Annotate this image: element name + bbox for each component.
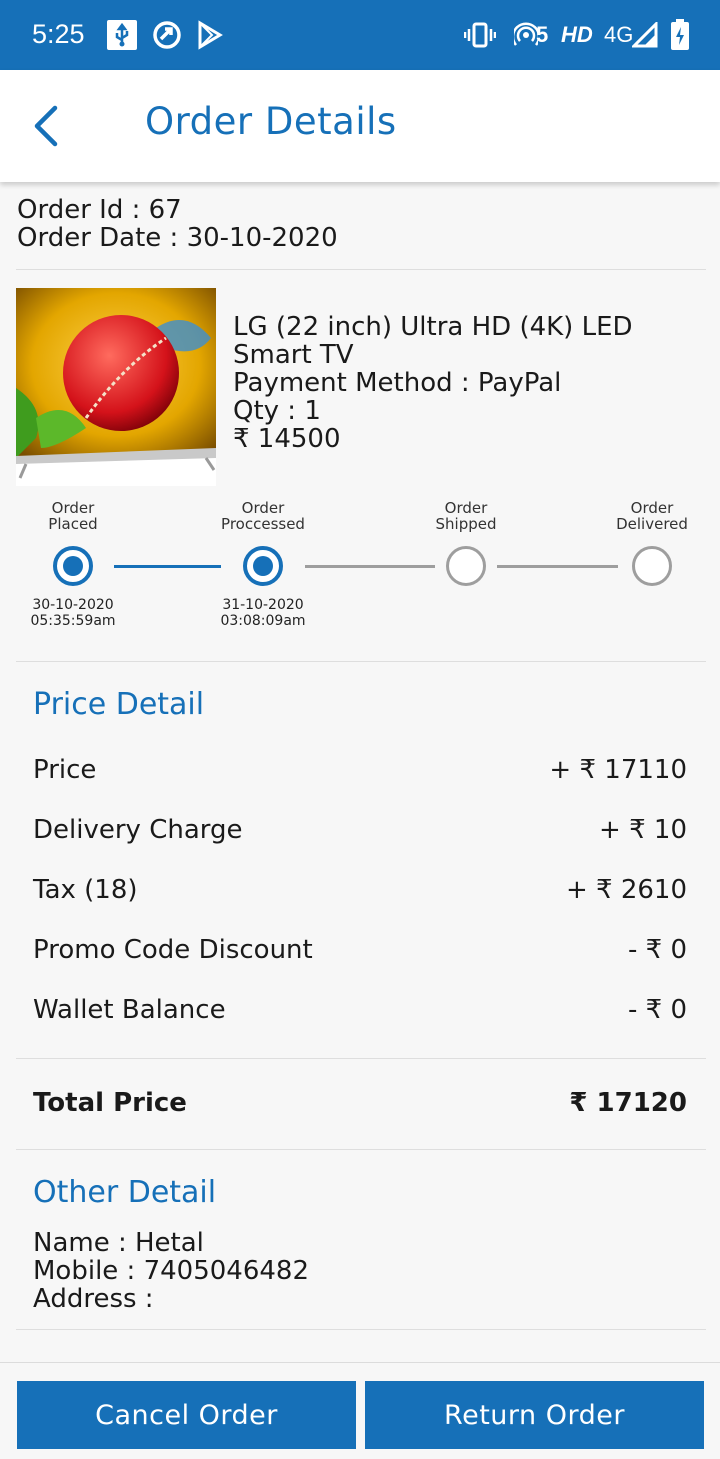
payment-method: Payment Method : PayPal xyxy=(233,368,562,398)
step-label-placed: Order Placed xyxy=(48,499,98,533)
customer-address: Address : xyxy=(33,1284,154,1314)
hotspot-icon xyxy=(514,18,538,52)
price-row-value: + ₹ 2610 xyxy=(565,875,687,905)
price-row-label: Price xyxy=(33,755,97,785)
divider xyxy=(16,269,706,270)
tax-row: Tax (18) + ₹ 2610 xyxy=(33,873,687,907)
step-connector xyxy=(305,565,435,568)
order-meta: Order Id : 67 Order Date : 30-10-2020 xyxy=(17,196,338,252)
return-order-button[interactable]: Return Order xyxy=(365,1381,704,1449)
step-label-processed: Order Proccessed xyxy=(221,499,305,533)
total-price-value: ₹ 17120 xyxy=(569,1088,687,1118)
app-bar: Order Details xyxy=(0,70,720,182)
customer-mobile: Mobile : 7405046482 xyxy=(33,1256,309,1286)
status-bar: 5:25 5 HD 4G xyxy=(0,0,720,70)
product-qty: Qty : 1 xyxy=(233,396,321,426)
product-image xyxy=(16,288,216,486)
other-detail-info: Name : Hetal Mobile : 7405046482 Address… xyxy=(33,1229,309,1313)
promo-discount-row: Promo Code Discount - ₹ 0 xyxy=(33,933,687,967)
sync-icon xyxy=(152,18,182,52)
step-label-delivered: Order Delivered xyxy=(616,499,688,533)
order-details-content[interactable]: Order Id : 67 Order Date : 30-10-2020 LG… xyxy=(0,182,720,1362)
order-date: Order Date : 30-10-2020 xyxy=(17,223,338,253)
divider xyxy=(16,1329,706,1330)
step-connector xyxy=(497,565,618,568)
usb-icon xyxy=(106,18,138,52)
divider xyxy=(16,1149,706,1150)
price-row: Price + ₹ 17110 xyxy=(33,753,687,787)
status-time: 5:25 xyxy=(32,19,85,49)
battery-charging-icon xyxy=(670,18,690,52)
price-row-value: - ₹ 0 xyxy=(628,935,687,965)
price-row-value: + ₹ 17110 xyxy=(549,755,687,785)
step-shipped-circle-icon xyxy=(446,546,486,586)
signal-icon xyxy=(632,18,658,52)
step-label-shipped: Order Shipped xyxy=(435,499,497,533)
delivery-charge-row: Delivery Charge + ₹ 10 xyxy=(33,813,687,847)
price-row-value: + ₹ 10 xyxy=(599,815,687,845)
step-date-processed: 31-10-2020 03:08:09am xyxy=(220,597,306,629)
step-placed-check-icon xyxy=(53,546,93,586)
customer-name: Name : Hetal xyxy=(33,1228,204,1258)
total-price-label: Total Price xyxy=(33,1088,187,1118)
play-store-icon xyxy=(196,18,224,52)
step-processed-check-icon xyxy=(243,546,283,586)
step-connector xyxy=(114,565,221,568)
price-row-label: Tax (18) xyxy=(33,875,138,905)
divider xyxy=(16,1058,706,1059)
wallet-balance-row: Wallet Balance - ₹ 0 xyxy=(33,993,687,1027)
total-price-row: Total Price ₹ 17120 xyxy=(33,1086,687,1120)
step-date-placed: 30-10-2020 05:35:59am xyxy=(30,597,116,629)
bottom-action-bar: Cancel Order Return Order xyxy=(0,1362,720,1459)
chevron-left-icon xyxy=(34,105,58,147)
back-button[interactable] xyxy=(24,104,68,148)
network-type: 4G xyxy=(604,22,634,47)
price-row-label: Delivery Charge xyxy=(33,815,243,845)
hd-label: HD xyxy=(561,22,593,47)
step-delivered-circle-icon xyxy=(632,546,672,586)
price-row-label: Promo Code Discount xyxy=(33,935,313,965)
hotspot-count: 5 xyxy=(536,22,549,47)
other-detail-title: Other Detail xyxy=(33,1175,217,1210)
product-price: ₹ 14500 xyxy=(233,424,341,454)
price-row-value: - ₹ 0 xyxy=(628,995,687,1025)
vibrate-icon xyxy=(464,18,496,52)
price-detail-title: Price Detail xyxy=(33,687,205,722)
page-title: Order Details xyxy=(145,100,397,143)
order-id: Order Id : 67 xyxy=(17,195,182,225)
cancel-order-button[interactable]: Cancel Order xyxy=(17,1381,356,1449)
product-name: LG (22 inch) Ultra HD (4K) LED Smart TV xyxy=(233,312,633,370)
product-info: LG (22 inch) Ultra HD (4K) LED Smart TV … xyxy=(233,313,703,453)
price-row-label: Wallet Balance xyxy=(33,995,226,1025)
divider xyxy=(16,661,706,662)
